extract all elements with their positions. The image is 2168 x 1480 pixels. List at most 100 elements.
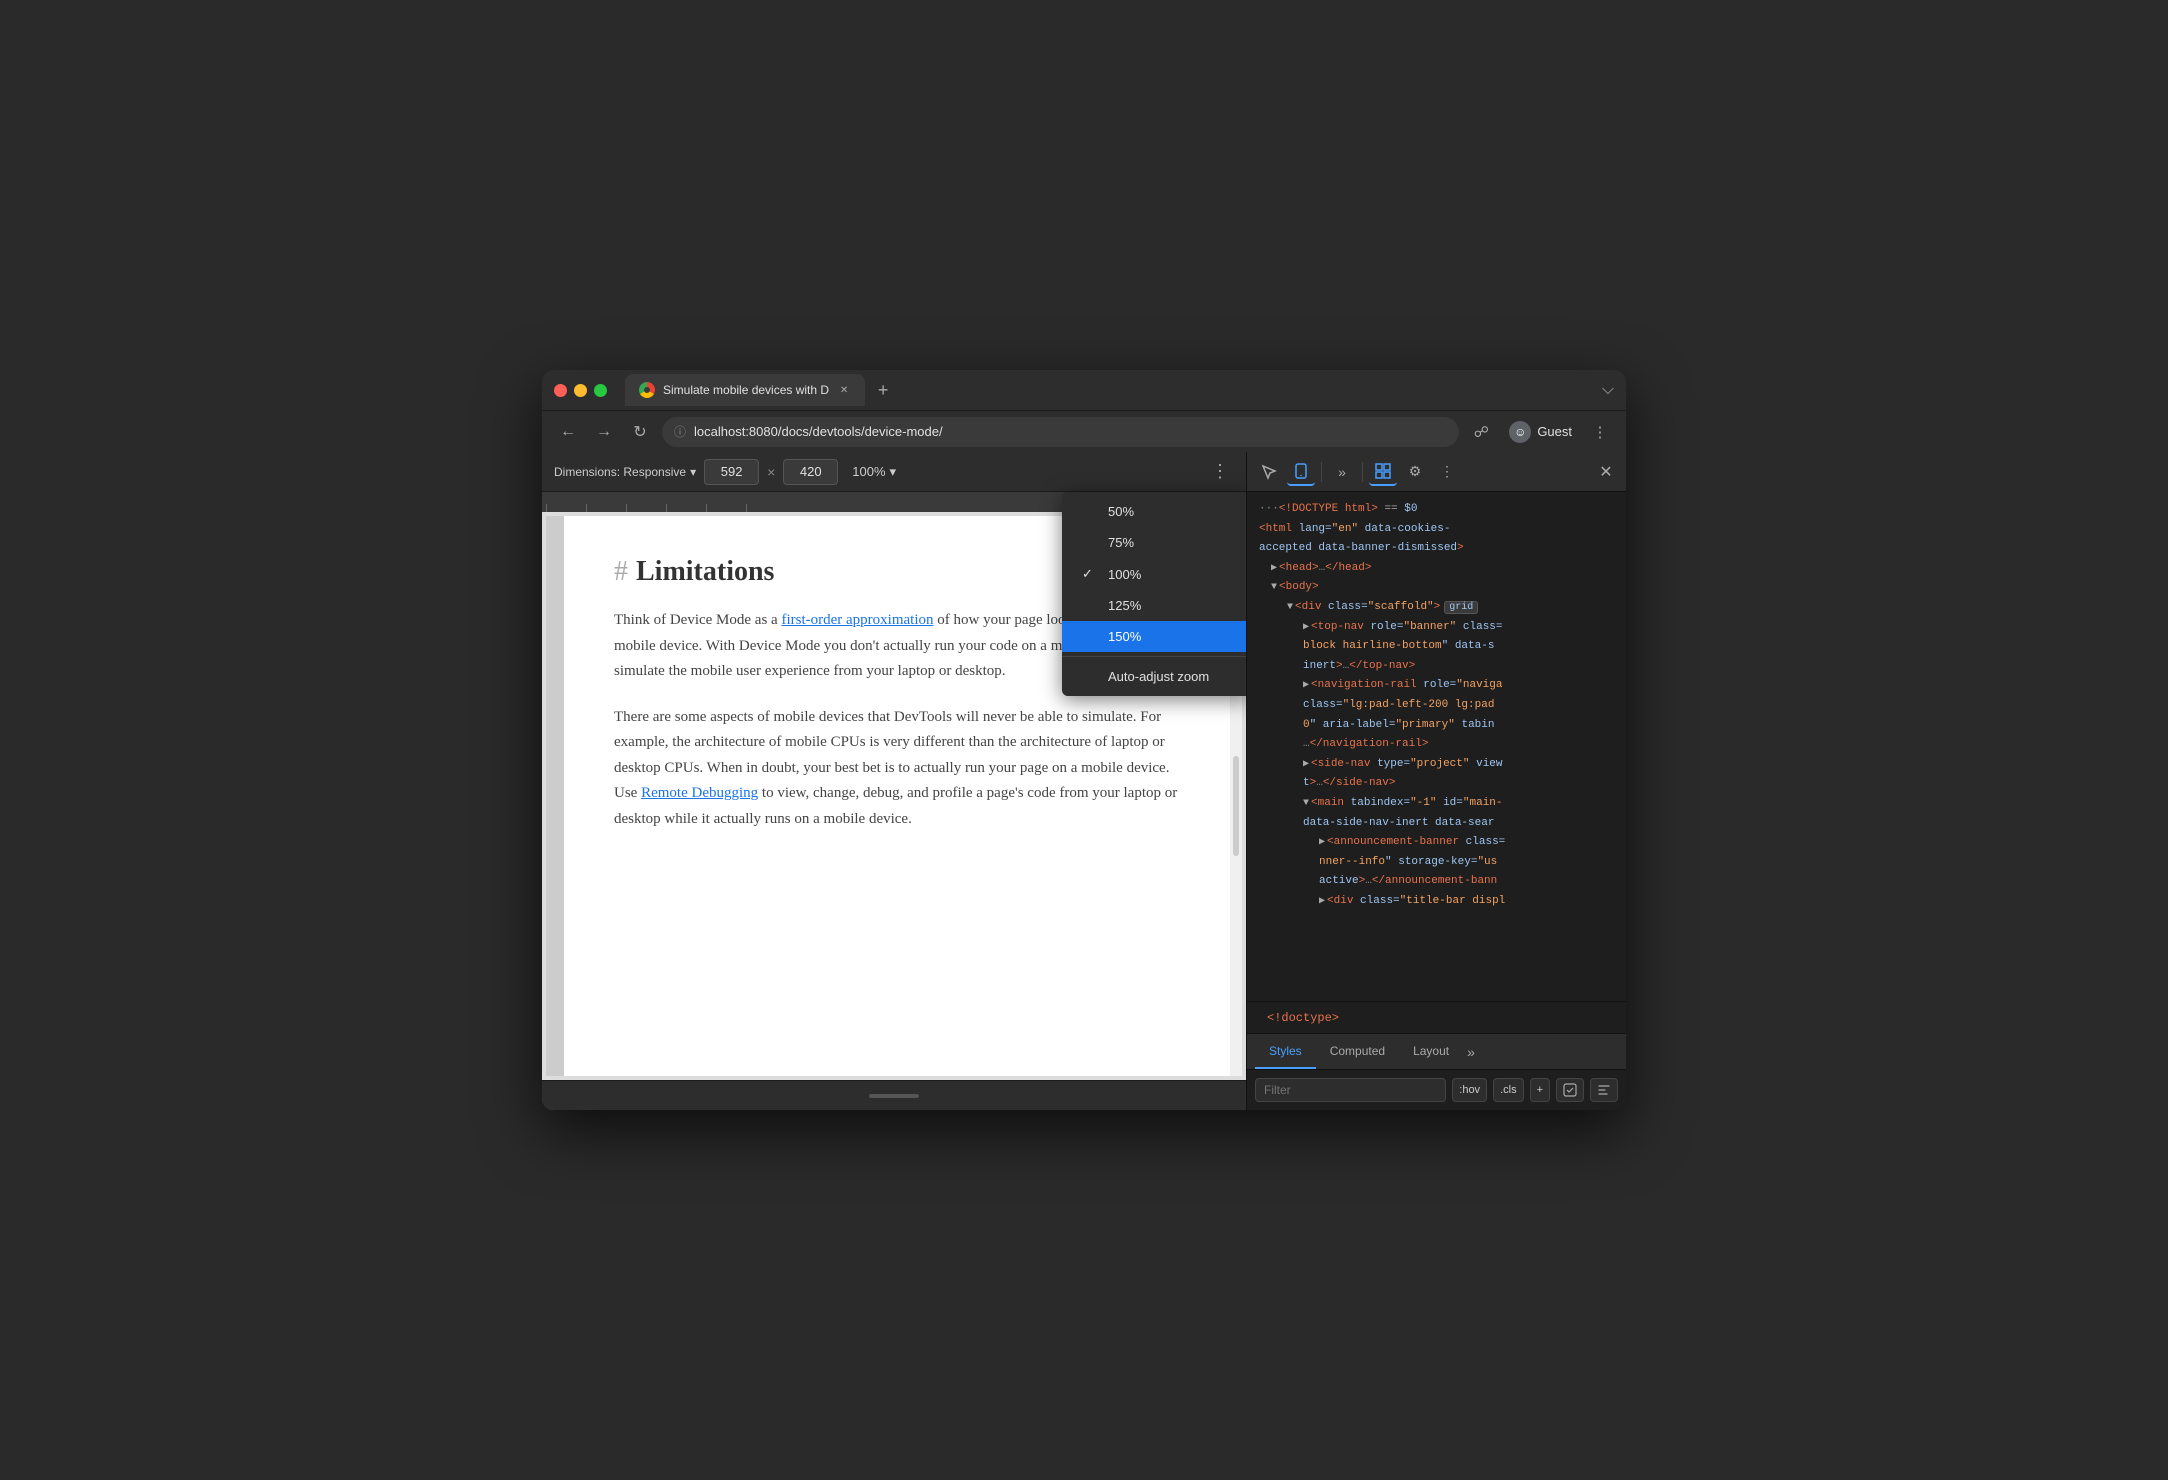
triangle-head: ▶	[1271, 563, 1277, 574]
resize-handle[interactable]	[869, 1094, 919, 1098]
zoom-option-150[interactable]: 150%	[1062, 621, 1246, 652]
tab-layout[interactable]: Layout	[1399, 1034, 1463, 1069]
profile-name: Guest	[1537, 424, 1572, 439]
devtools-panel: » ⚙ ⋮ ✕ ···<!DOCTYPE html> == $0	[1246, 452, 1626, 1110]
titlebar-line[interactable]: ▶<div class="title-bar displ	[1255, 892, 1618, 912]
body-line[interactable]: ▼<body>	[1255, 578, 1618, 598]
doctype-line[interactable]: ···<!DOCTYPE html> == $0	[1255, 500, 1618, 520]
nav-rail-line-2[interactable]: class="lg:pad-left-200 lg:pad	[1255, 696, 1618, 716]
tab-styles[interactable]: Styles	[1255, 1034, 1316, 1069]
devtools-close-button[interactable]: ✕	[1594, 460, 1618, 484]
html-line-2[interactable]: accepted data-banner-dismissed>	[1255, 539, 1618, 559]
top-nav-line-2[interactable]: block hairline-bottom" data-s	[1255, 637, 1618, 657]
zoom-label-125: 125%	[1108, 598, 1141, 613]
main-line-2[interactable]: data-side-nav-inert data-sear	[1255, 814, 1618, 834]
zoom-button[interactable]: 100% ▾	[846, 460, 902, 484]
height-input[interactable]	[783, 459, 838, 485]
main-line[interactable]: ▼<main tabindex="-1" id="main-	[1255, 794, 1618, 814]
new-tab-button[interactable]: +	[869, 376, 897, 404]
page-heading-text: Limitations	[636, 556, 774, 588]
maximize-button[interactable]	[594, 384, 607, 397]
element-state-button[interactable]	[1556, 1078, 1584, 1102]
main-area: Dimensions: Responsive ▾ × 100% ▾ ⋮	[542, 452, 1626, 1110]
triangle-scaffold: ▼	[1287, 602, 1293, 613]
zoom-option-50[interactable]: 50%	[1062, 496, 1246, 527]
top-nav-line[interactable]: ▶<top-nav role="banner" class=	[1255, 618, 1618, 638]
dom-tree[interactable]: ···<!DOCTYPE html> == $0 <html lang="en"…	[1247, 492, 1626, 1001]
cls-button[interactable]: .cls	[1493, 1078, 1524, 1102]
more-tools-button[interactable]: »	[1328, 458, 1356, 486]
nav-rail-line[interactable]: ▶<navigation-rail role="naviga	[1255, 676, 1618, 696]
triangle-navrail: ▶	[1303, 680, 1309, 691]
tab-more-button[interactable]: »	[1467, 1034, 1475, 1069]
device-mode-button[interactable]	[1287, 458, 1315, 486]
announcement-line[interactable]: ▶<announcement-banner class=	[1255, 833, 1618, 853]
remote-debugging-link[interactable]: Remote Debugging	[641, 785, 758, 801]
lock-icon: ⓘ	[674, 423, 686, 440]
zoom-value: 100%	[852, 464, 885, 479]
first-order-link[interactable]: first-order approximation	[781, 612, 933, 628]
url-text: localhost:8080/docs/devtools/device-mode…	[694, 424, 943, 439]
zoom-check-100: ✓	[1082, 566, 1098, 582]
doctype-tag[interactable]: <!doctype>	[1259, 1008, 1347, 1028]
tab-computed[interactable]: Computed	[1316, 1034, 1399, 1069]
devtools-more-button[interactable]: ⋮	[1433, 458, 1461, 486]
triangle-announcement: ▶	[1319, 837, 1325, 848]
back-button[interactable]: ←	[554, 418, 582, 446]
ruler-mark	[746, 504, 786, 512]
active-tab[interactable]: Simulate mobile devices with D ✕	[625, 374, 865, 406]
width-input[interactable]	[704, 459, 759, 485]
zoom-option-75[interactable]: 75%	[1062, 527, 1246, 558]
paragraph-2: There are some aspects of mobile devices…	[614, 705, 1192, 833]
zoom-option-125[interactable]: 125%	[1062, 590, 1246, 621]
address-bar-actions: ☍ ☺ Guest ⋮	[1467, 417, 1614, 447]
zoom-arrow: ▾	[890, 464, 897, 480]
reload-button[interactable]: ↻	[626, 418, 654, 446]
ruler-mark	[626, 504, 666, 512]
forward-button[interactable]: →	[590, 418, 618, 446]
nav-rail-line-3[interactable]: 0" aria-label="primary" tabin	[1255, 716, 1618, 736]
bookmark-icon[interactable]: ☍	[1467, 418, 1495, 446]
element-picker-button[interactable]	[1255, 458, 1283, 486]
elements-panel-button[interactable]	[1369, 458, 1397, 486]
head-line[interactable]: ▶<head>…</head>	[1255, 559, 1618, 579]
zoom-option-100[interactable]: ✓ 100%	[1062, 558, 1246, 590]
dimensions-label: Dimensions: Responsive ▾	[554, 465, 696, 479]
scaffold-line[interactable]: ▼<div class="scaffold">grid	[1255, 598, 1618, 618]
device-toolbar: Dimensions: Responsive ▾ × 100% ▾ ⋮	[542, 452, 1246, 492]
announcement-close[interactable]: active>…</announcement-bann	[1255, 872, 1618, 892]
chrome-menu-icon[interactable]: ⋮	[1586, 418, 1614, 446]
zoom-auto-label: Auto-adjust zoom	[1108, 669, 1209, 684]
zoom-label-50: 50%	[1108, 504, 1134, 519]
ruler-left	[546, 516, 564, 1076]
close-button[interactable]	[554, 384, 567, 397]
tab-close-button[interactable]: ✕	[837, 383, 851, 397]
top-nav-close[interactable]: inert>…</top-nav>	[1255, 657, 1618, 677]
computed-styles-button[interactable]	[1590, 1078, 1618, 1102]
minimize-button[interactable]	[574, 384, 587, 397]
dimensions-arrow: ▾	[690, 465, 696, 479]
ruler-mark	[666, 504, 706, 512]
hov-button[interactable]: :hov	[1452, 1078, 1487, 1102]
html-line[interactable]: <html lang="en" data-cookies-	[1255, 520, 1618, 540]
add-style-button[interactable]: +	[1530, 1078, 1550, 1102]
triangle-sidenav: ▶	[1303, 759, 1309, 770]
zoom-auto-adjust[interactable]: Auto-adjust zoom	[1062, 661, 1246, 692]
heading-hash: #	[614, 556, 628, 588]
window-menu-button[interactable]: ⌵	[1602, 381, 1614, 399]
url-bar[interactable]: ⓘ localhost:8080/docs/devtools/device-mo…	[662, 417, 1459, 447]
triangle-topnav: ▶	[1303, 622, 1309, 633]
ruler-marks	[546, 492, 786, 512]
zoom-dropdown: 50% 75% ✓ 100% 125% 150%	[1062, 492, 1246, 696]
settings-button[interactable]: ⚙	[1401, 458, 1429, 486]
announcement-line-2[interactable]: nner--info" storage-key="us	[1255, 853, 1618, 873]
ruler-mark	[706, 504, 746, 512]
profile-button[interactable]: ☺ Guest	[1501, 417, 1580, 447]
paragraph-1-before: Think of Device Mode as a	[614, 612, 781, 628]
toolbar-separator	[1321, 462, 1322, 482]
toolbar-more-button[interactable]: ⋮	[1206, 458, 1234, 486]
filter-input[interactable]	[1255, 1078, 1446, 1102]
side-nav-line[interactable]: ▶<side-nav type="project" view	[1255, 755, 1618, 775]
side-nav-close[interactable]: t>…</side-nav>	[1255, 774, 1618, 794]
nav-rail-close[interactable]: …</navigation-rail>	[1255, 735, 1618, 755]
